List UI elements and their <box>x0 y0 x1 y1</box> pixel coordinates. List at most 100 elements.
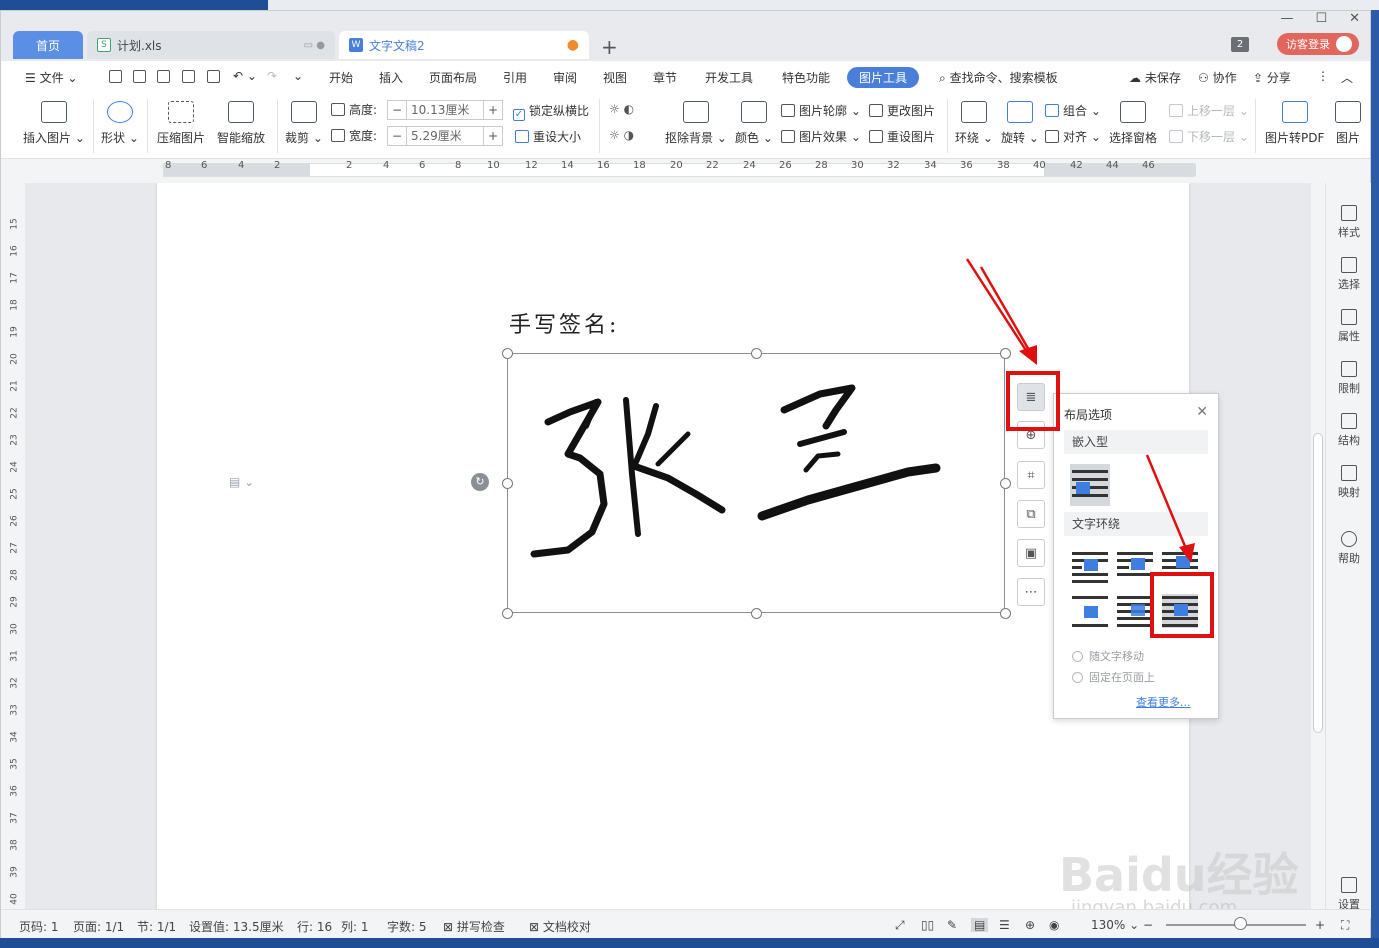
page-view-icon[interactable]: ▤ <box>971 918 989 932</box>
more-options-button[interactable]: ⋯ <box>1017 578 1045 606</box>
window-count-badge[interactable]: 2 <box>1231 37 1249 52</box>
wrap-behind-text-option[interactable] <box>1117 594 1153 628</box>
bring-forward-button[interactable]: 上移一层 ⌄ <box>1169 102 1249 119</box>
status-setting[interactable]: 设置值: 13.5厘米 <box>189 918 284 935</box>
group-button[interactable]: 组合 ⌄ <box>1045 102 1101 119</box>
move-with-text-radio[interactable]: 随文字移动 <box>1072 648 1144 664</box>
remove-bg-button[interactable]: 抠除背景 ⌄ <box>665 101 727 146</box>
spell-check-button[interactable]: ⊠ 拼写检查 <box>443 918 505 935</box>
zoom-in-icon[interactable]: + <box>1315 918 1325 932</box>
menu-start[interactable]: 开始 <box>329 69 353 86</box>
sidebar-item-help[interactable]: 帮助 <box>1326 531 1372 566</box>
fix-on-page-radio[interactable]: 固定在页面上 <box>1072 669 1155 685</box>
to-pdf-button[interactable]: 图片转PDF <box>1265 101 1324 146</box>
height-increase[interactable]: + <box>484 103 502 117</box>
more-menu-icon[interactable]: ⋮ <box>1317 69 1329 83</box>
menu-picture-tools[interactable]: 图片工具 <box>847 67 920 88</box>
menu-references[interactable]: 引用 <box>503 69 527 86</box>
crop-float-button[interactable]: ⌗ <box>1017 461 1045 489</box>
zoom-level[interactable]: 130% ⌄ <box>1091 918 1139 932</box>
resize-handle-t[interactable] <box>751 348 762 359</box>
crop-button[interactable]: 裁剪 ⌄ <box>285 101 323 146</box>
customize-icon[interactable]: ⌄ <box>293 69 303 83</box>
insert-picture-button[interactable]: 插入图片 ⌄ <box>23 101 85 146</box>
unsaved-status[interactable]: ☁ 未保存 <box>1129 69 1181 86</box>
maximize-icon[interactable]: ☐ <box>1315 11 1327 26</box>
open-icon[interactable] <box>133 70 146 83</box>
height-decrease[interactable]: − <box>388 103 406 117</box>
file-menu[interactable]: ☰ 文件 ⌄ <box>25 69 77 86</box>
color-button[interactable]: 颜色 ⌄ <box>735 101 773 146</box>
resize-handle-tl[interactable] <box>502 348 513 359</box>
menu-insert[interactable]: 插入 <box>379 69 403 86</box>
command-search[interactable]: ⌕ 查找命令、搜索模板 <box>939 69 1058 86</box>
sidebar-item-restrict[interactable]: 限制 <box>1326 361 1372 396</box>
save-icon[interactable] <box>157 70 170 83</box>
send-backward-button[interactable]: 下移一层 ⌄ <box>1169 128 1249 145</box>
brightness-contrast-buttons[interactable]: ☼ ◐ <box>609 102 634 116</box>
visitor-login-button[interactable]: 访客登录 <box>1277 33 1359 55</box>
status-section[interactable]: 节: 1/1 <box>137 918 176 935</box>
print-icon[interactable] <box>182 70 195 83</box>
focus-mode-icon[interactable]: ⤢ <box>895 918 905 933</box>
sidebar-item-select[interactable]: 选择 <box>1326 257 1372 292</box>
rotate-handle-icon[interactable]: ↻ <box>471 473 489 491</box>
status-col[interactable]: 列: 1 <box>341 918 369 935</box>
redo-icon[interactable]: ↷ <box>267 69 277 83</box>
change-picture-button[interactable]: 更改图片 <box>869 102 935 119</box>
effects-button[interactable]: 图片效果 ⌄ <box>781 128 861 145</box>
reading-mode-icon[interactable]: ▯▯ <box>921 918 934 932</box>
status-page-no[interactable]: 页码: 1 <box>19 918 59 935</box>
width-value[interactable]: 5.29厘米 <box>406 127 484 145</box>
status-words[interactable]: 字数: 5 <box>387 918 427 935</box>
scroll-thumb[interactable] <box>1313 433 1323 733</box>
height-spinner[interactable]: − 10.13厘米 + <box>387 100 503 120</box>
brightness-contrast-buttons-2[interactable]: ☼ ◑ <box>609 128 634 142</box>
resize-handle-tr[interactable] <box>1000 348 1011 359</box>
reset-picture-button[interactable]: 重设图片 <box>869 128 935 145</box>
resize-handle-br[interactable] <box>1000 608 1011 619</box>
see-more-link[interactable]: 查看更多... <box>1136 694 1191 710</box>
status-pages[interactable]: 页面: 1/1 <box>73 918 124 935</box>
menu-review[interactable]: 审阅 <box>553 69 577 86</box>
close-icon[interactable]: ✕ <box>1349 11 1360 26</box>
undo-icon[interactable]: ↶ ⌄ <box>233 69 257 83</box>
rotate-button[interactable]: 旋转 ⌄ <box>1001 101 1039 146</box>
sidebar-item-properties[interactable]: 属性 <box>1326 309 1372 344</box>
sidebar-item-mapping[interactable]: 映射 <box>1326 465 1372 500</box>
menu-page-layout[interactable]: 页面布局 <box>429 69 477 86</box>
wrap-square-option[interactable] <box>1072 550 1108 584</box>
tab-xls[interactable]: S 计划.xls ▭ ● <box>87 31 335 59</box>
wrap-button[interactable]: 环绕 ⌄ <box>955 101 993 146</box>
compress-button[interactable]: 压缩图片 <box>157 101 205 146</box>
horizontal-ruler[interactable]: 8 6 4 2 2 4 6 8 10 12 14 16 18 20 22 24 … <box>13 159 1305 183</box>
resize-handle-r[interactable] <box>1000 478 1011 489</box>
status-row[interactable]: 行: 16 <box>297 918 332 935</box>
width-decrease[interactable]: − <box>388 129 406 143</box>
lock-ratio-checkbox[interactable]: ✓ 锁定纵横比 <box>513 102 589 121</box>
print-preview-icon[interactable] <box>207 70 220 83</box>
vertical-scrollbar[interactable] <box>1311 183 1325 918</box>
paragraph-options-icon[interactable]: ▤ ⌄ <box>229 475 254 489</box>
picture-translate-button[interactable]: ⧉ <box>1017 500 1045 528</box>
fit-window-icon[interactable]: ⛶ <box>1341 918 1349 933</box>
sidebar-item-settings[interactable]: 设置 <box>1326 877 1372 912</box>
signature-image[interactable]: 张 三 <box>502 348 1011 619</box>
collab-button[interactable]: ⚇ 协作 <box>1198 69 1237 86</box>
minimize-icon[interactable]: — <box>1280 11 1293 26</box>
tab-doc[interactable]: W 文字文稿2 ● <box>339 31 589 59</box>
web-view-icon[interactable]: ⊕ <box>1025 918 1035 932</box>
width-spinner[interactable]: − 5.29厘米 + <box>387 126 503 146</box>
picture-more-button[interactable]: 图片 <box>1335 101 1361 146</box>
smart-zoom-button[interactable]: 智能缩放 <box>217 101 265 146</box>
menu-chapter[interactable]: 章节 <box>653 69 677 86</box>
selection-pane-button[interactable]: 选择窗格 <box>1109 101 1157 146</box>
pen-icon[interactable]: ✎ <box>947 918 957 932</box>
resize-handle-bl[interactable] <box>502 608 513 619</box>
align-button[interactable]: 对齐 ⌄ <box>1045 128 1101 145</box>
outline-button[interactable]: 图片轮廓 ⌄ <box>781 102 861 119</box>
shape-button[interactable]: 形状 ⌄ <box>101 101 139 146</box>
tab-home[interactable]: 首页 <box>13 31 83 59</box>
collapse-ribbon-icon[interactable]: ︿ <box>1341 69 1353 86</box>
reset-size-button[interactable]: 重设大小 <box>515 128 581 145</box>
